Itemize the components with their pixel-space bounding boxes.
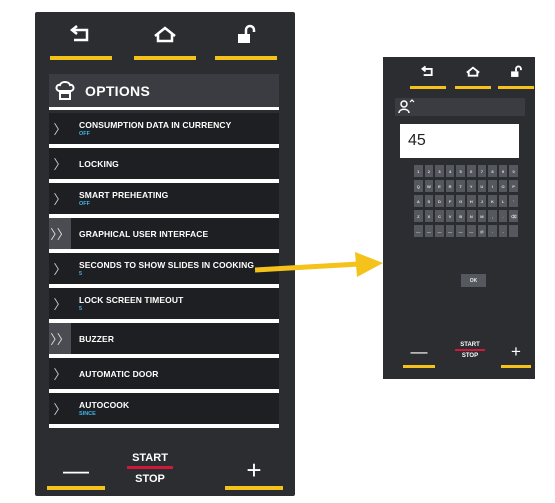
bottom-controls: — START STOP + bbox=[35, 444, 295, 496]
chef-hat-icon bbox=[55, 80, 75, 100]
keyboard-key[interactable]: W bbox=[424, 180, 434, 192]
unlock-icon bbox=[511, 65, 522, 77]
menu-item-smart-preheating[interactable]: 〉 SMART PREHEATING OFF bbox=[49, 183, 279, 218]
keyboard-key[interactable]: G bbox=[456, 195, 465, 207]
menu-item-seconds-slides[interactable]: 〉 SECONDS TO SHOW SLIDES IN COOKING 5 bbox=[49, 253, 279, 288]
keyboard-key[interactable]: , bbox=[488, 210, 497, 222]
plus-button[interactable]: + bbox=[225, 457, 283, 490]
keyboard-key[interactable]: F bbox=[445, 195, 455, 207]
keyboard-key[interactable]: — bbox=[414, 225, 423, 237]
keyboard-key[interactable]: — bbox=[424, 225, 434, 237]
keyboard-key[interactable]: @ bbox=[477, 225, 487, 237]
keyboard-key[interactable]: R bbox=[445, 180, 455, 192]
keyboard-key[interactable]: O bbox=[498, 180, 508, 192]
keyboard-key[interactable]: L bbox=[498, 195, 508, 207]
keyboard-key[interactable]: 7 bbox=[477, 165, 487, 177]
keyboard-panel: 45 1 2 3 4 5 6 7 8 9 0 Q W E R T Y U I O… bbox=[383, 57, 535, 379]
home-button[interactable] bbox=[134, 24, 196, 60]
keyboard-key[interactable]: M bbox=[477, 210, 487, 222]
backspace-key[interactable]: ⌫ bbox=[509, 210, 518, 222]
keyboard-key[interactable]: J bbox=[477, 195, 487, 207]
menu-item-autocook[interactable]: 〉 AUTOCOOK SINCE bbox=[49, 393, 279, 428]
chevron-right-icon: 〉 bbox=[53, 402, 67, 417]
keyboard-key[interactable]: ' bbox=[509, 195, 518, 207]
back-button[interactable] bbox=[410, 65, 446, 89]
keyboard-key[interactable]: T bbox=[456, 180, 465, 192]
keyboard-key[interactable]: — bbox=[466, 225, 476, 237]
menu-item-graphical-user-interface[interactable]: 〉〉 GRAPHICAL USER INTERFACE bbox=[49, 218, 279, 253]
keyboard-key[interactable]: A bbox=[414, 195, 423, 207]
keyboard-key[interactable]: . bbox=[488, 225, 497, 237]
keyboard-key[interactable]: 2 bbox=[424, 165, 434, 177]
keyboard-key[interactable]: — bbox=[456, 225, 465, 237]
start-stop-button[interactable]: START STOP bbox=[455, 342, 485, 359]
menu-item-consumption-data[interactable]: 〉 CONSUMPTION DATA IN CURRENCY OFF bbox=[49, 113, 279, 148]
keyboard-key[interactable]: Y bbox=[466, 180, 476, 192]
chevron-right-icon: 〉 bbox=[53, 297, 67, 312]
menu-item-buzzer[interactable]: 〉〉 BUZZER bbox=[49, 323, 279, 358]
top-navigation bbox=[35, 12, 295, 64]
ok-button[interactable]: OK bbox=[461, 274, 486, 287]
options-header: OPTIONS bbox=[49, 74, 279, 110]
chevron-right-icon: 〉 bbox=[53, 192, 67, 207]
double-chevron-right-icon: 〉〉 bbox=[49, 323, 71, 354]
keyboard-key[interactable]: Q bbox=[414, 180, 423, 192]
keyboard-key[interactable]: V bbox=[445, 210, 455, 222]
keyboard-key[interactable]: K bbox=[488, 195, 497, 207]
keyboard-key[interactable]: H bbox=[466, 195, 476, 207]
chevron-right-icon: 〉 bbox=[53, 157, 67, 172]
options-menu: 〉 CONSUMPTION DATA IN CURRENCY OFF 〉 LOC… bbox=[49, 113, 279, 428]
transition-arrow-icon bbox=[255, 252, 383, 277]
back-arrow-icon bbox=[69, 25, 89, 42]
keyboard-key[interactable]: E bbox=[435, 180, 444, 192]
menu-item-automatic-door[interactable]: 〉 AUTOMATIC DOOR bbox=[49, 358, 279, 393]
lock-button[interactable] bbox=[498, 65, 534, 89]
back-button[interactable] bbox=[50, 24, 112, 60]
keyboard-key[interactable]: 1 bbox=[414, 165, 423, 177]
chevron-right-icon: 〉 bbox=[53, 122, 67, 137]
on-screen-keyboard: 1 2 3 4 5 6 7 8 9 0 Q W E R T Y U I O P … bbox=[414, 165, 518, 240]
keyboard-key[interactable]: . bbox=[498, 210, 508, 222]
back-arrow-icon bbox=[420, 65, 433, 76]
chevron-right-icon: 〉 bbox=[53, 262, 67, 277]
start-stop-button[interactable]: START STOP bbox=[127, 452, 173, 485]
keyboard-key[interactable]: C bbox=[435, 210, 444, 222]
user-icon bbox=[398, 99, 415, 114]
chevron-right-icon: 〉 bbox=[53, 367, 67, 382]
home-icon bbox=[154, 26, 176, 43]
keyboard-key[interactable]: D bbox=[435, 195, 444, 207]
keyboard-key[interactable]: U bbox=[477, 180, 487, 192]
keyboard-key[interactable]: Z bbox=[414, 210, 423, 222]
keyboard-key[interactable]: 0 bbox=[509, 165, 518, 177]
home-icon bbox=[466, 66, 480, 77]
keyboard-key[interactable]: 9 bbox=[498, 165, 508, 177]
value-input[interactable]: 45 bbox=[400, 124, 519, 158]
keyboard-key[interactable]: 8 bbox=[488, 165, 497, 177]
keyboard-key[interactable]: X bbox=[424, 210, 434, 222]
keyboard-key[interactable]: — bbox=[435, 225, 444, 237]
user-bar bbox=[395, 98, 525, 116]
minus-button[interactable]: — bbox=[403, 343, 435, 368]
keyboard-key[interactable]: B bbox=[456, 210, 465, 222]
menu-item-lock-screen-timeout[interactable]: 〉 LOCK SCREEN TIMEOUT 5 bbox=[49, 288, 279, 323]
keyboard-key[interactable]: I bbox=[488, 180, 497, 192]
keyboard-key[interactable]: 5 bbox=[456, 165, 465, 177]
keyboard-key[interactable] bbox=[509, 225, 518, 237]
keyboard-key[interactable]: - bbox=[498, 225, 508, 237]
home-button[interactable] bbox=[455, 65, 491, 89]
keyboard-key[interactable]: — bbox=[445, 225, 455, 237]
unlock-icon bbox=[238, 24, 256, 43]
minus-button[interactable]: — bbox=[47, 457, 105, 490]
keyboard-key[interactable]: N bbox=[466, 210, 476, 222]
double-chevron-right-icon: 〉〉 bbox=[49, 218, 71, 249]
keyboard-key[interactable]: 3 bbox=[435, 165, 444, 177]
options-title: OPTIONS bbox=[85, 82, 151, 99]
lock-button[interactable] bbox=[215, 24, 277, 60]
keyboard-key[interactable]: P bbox=[509, 180, 518, 192]
plus-button[interactable]: + bbox=[501, 343, 531, 368]
keyboard-key[interactable]: 4 bbox=[445, 165, 455, 177]
menu-item-locking[interactable]: 〉 LOCKING bbox=[49, 148, 279, 183]
keyboard-key[interactable]: S bbox=[424, 195, 434, 207]
keyboard-key[interactable]: 6 bbox=[466, 165, 476, 177]
